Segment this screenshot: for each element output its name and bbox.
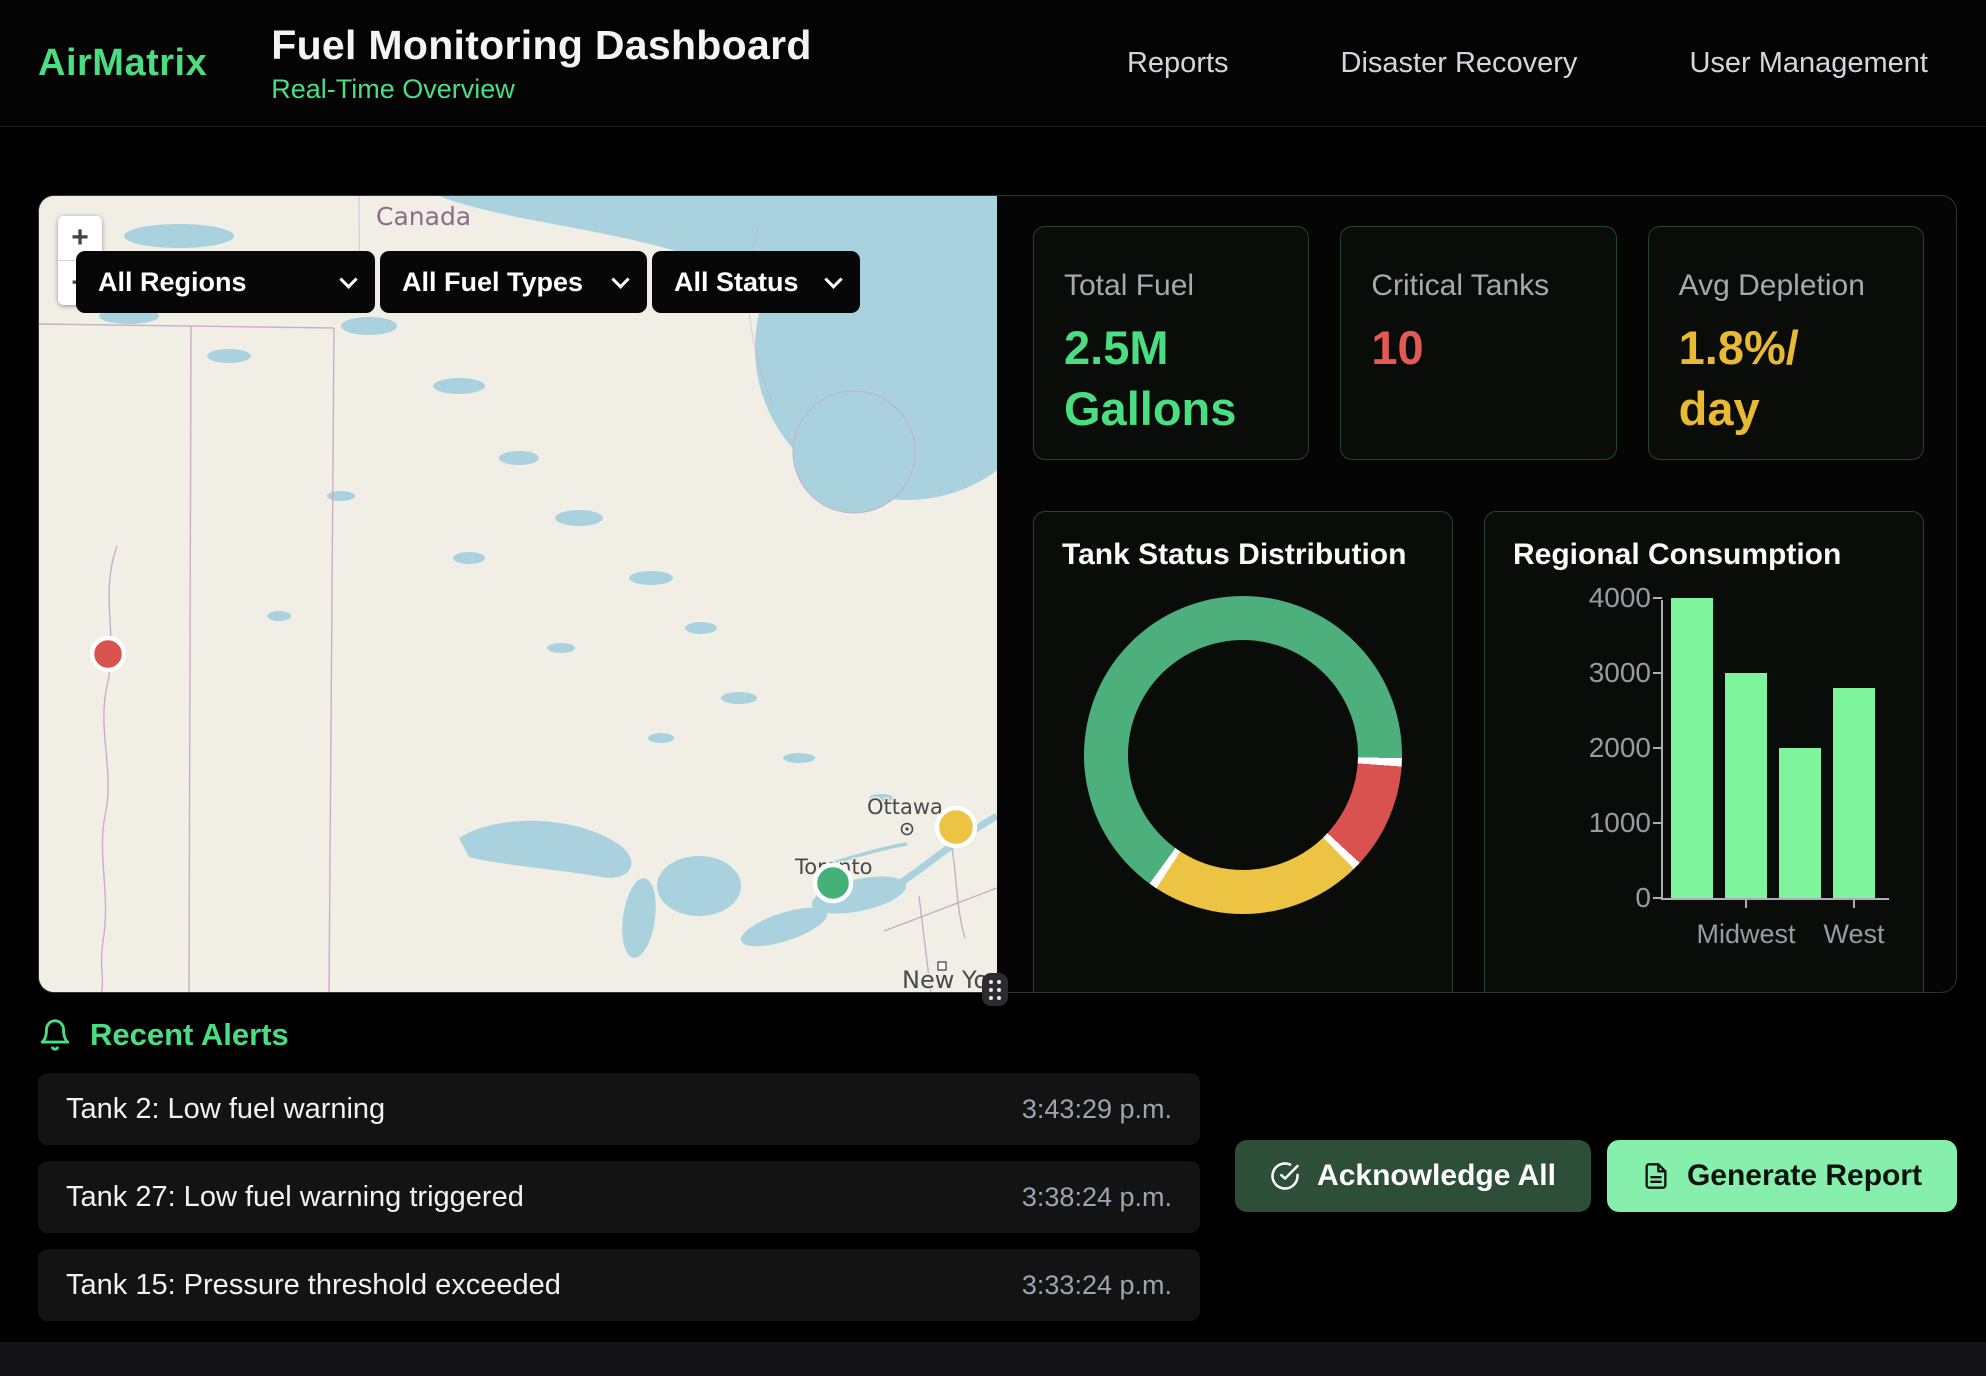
footer-strip [0, 1342, 1986, 1376]
metrics-panel: Total Fuel 2.5M Gallons Critical Tanks 1… [997, 196, 1956, 992]
alert-row: Tank 27: Low fuel warning triggered 3:38… [38, 1161, 1200, 1233]
y-axis-tick-label: 4000 [1551, 584, 1651, 612]
consumption-bar [1779, 748, 1821, 898]
map-filter-bar: All Regions All Fuel Types All Status [76, 251, 860, 313]
y-axis-tick-label: 3000 [1551, 659, 1651, 687]
chevron-down-icon [824, 270, 842, 288]
x-axis-tick-label: West [1823, 919, 1884, 950]
alerts-header: Recent Alerts [38, 1017, 1957, 1053]
alert-row: Tank 2: Low fuel warning 3:43:29 p.m. [38, 1073, 1200, 1145]
dashboard-page: AirMatrix Fuel Monitoring Dashboard Real… [0, 0, 1986, 1376]
stat-label: Total Fuel [1064, 269, 1278, 303]
nav-disaster-recovery[interactable]: Disaster Recovery [1341, 47, 1578, 80]
alert-time: 3:43:29 p.m. [1022, 1094, 1172, 1125]
stats-row: Total Fuel 2.5M Gallons Critical Tanks 1… [1033, 226, 1924, 460]
file-text-icon [1642, 1162, 1670, 1190]
status-dropdown-value: All Status [674, 267, 799, 298]
chevron-down-icon [339, 270, 357, 288]
map-canvas[interactable]: Canada Ottawa Toronto New York [39, 196, 997, 993]
stat-value: 2.5M Gallons [1064, 317, 1278, 439]
donut-wrap [1062, 596, 1424, 914]
page-subtitle: Real-Time Overview [271, 74, 811, 105]
x-axis-tick-label: Midwest [1696, 919, 1795, 950]
y-axis-tick-label: 0 [1551, 884, 1651, 912]
alert-message: Tank 27: Low fuel warning triggered [66, 1181, 524, 1214]
consumption-bar [1833, 688, 1875, 898]
tank-marker-critical[interactable] [92, 638, 124, 670]
check-circle-icon [1270, 1161, 1300, 1191]
regional-consumption-card: Regional Consumption 01000200030004000Mi… [1484, 511, 1924, 993]
tank-status-donut [1084, 596, 1402, 914]
main-nav: Reports Disaster Recovery User Managemen… [1127, 47, 1956, 80]
fuel-map[interactable]: Canada Ottawa Toronto New York + − [39, 196, 997, 992]
stat-card-total-fuel: Total Fuel 2.5M Gallons [1033, 226, 1309, 460]
nav-user-management[interactable]: User Management [1689, 47, 1928, 80]
bell-icon [38, 1018, 72, 1052]
page-title: Fuel Monitoring Dashboard [271, 22, 811, 69]
bar-chart-title: Regional Consumption [1513, 538, 1895, 572]
stat-card-critical-tanks: Critical Tanks 10 [1340, 226, 1616, 460]
acknowledge-all-button[interactable]: Acknowledge All [1235, 1140, 1591, 1212]
chevron-down-icon [611, 270, 629, 288]
generate-report-label: Generate Report [1687, 1159, 1922, 1193]
alerts-list: Tank 2: Low fuel warning 3:43:29 p.m. Ta… [38, 1073, 1200, 1321]
alerts-title: Recent Alerts [90, 1017, 289, 1053]
charts-row: Tank Status Distribution Regional Consum… [1033, 511, 1924, 993]
acknowledge-all-label: Acknowledge All [1317, 1159, 1556, 1193]
map-label-ottawa: Ottawa [867, 795, 943, 819]
drag-handle[interactable] [982, 973, 1008, 1006]
donut-chart-title: Tank Status Distribution [1062, 538, 1424, 572]
map-label-canada: Canada [376, 202, 471, 231]
fuel-types-dropdown[interactable]: All Fuel Types [380, 251, 647, 313]
stat-label: Avg Depletion [1679, 269, 1893, 303]
tank-marker-warning[interactable] [937, 808, 975, 846]
alert-time: 3:33:24 p.m. [1022, 1270, 1172, 1301]
fuel-types-dropdown-value: All Fuel Types [402, 267, 583, 298]
main-content: Canada Ottawa Toronto New York + − [38, 195, 1957, 993]
regional-consumption-bar-chart: 01000200030004000MidwestWest [1661, 600, 1889, 900]
y-axis-tick-label: 2000 [1551, 734, 1651, 762]
status-dropdown[interactable]: All Status [652, 251, 860, 313]
stat-value: 1.8%/ day [1679, 317, 1893, 439]
stat-card-avg-depletion: Avg Depletion 1.8%/ day [1648, 226, 1924, 460]
regions-dropdown[interactable]: All Regions [76, 251, 375, 313]
alert-message: Tank 2: Low fuel warning [66, 1093, 385, 1126]
alert-message: Tank 15: Pressure threshold exceeded [66, 1269, 561, 1302]
donut-hole [1128, 640, 1358, 870]
title-block: Fuel Monitoring Dashboard Real-Time Over… [271, 22, 811, 105]
generate-report-button[interactable]: Generate Report [1607, 1140, 1957, 1212]
alerts-section: Recent Alerts Tank 2: Low fuel warning 3… [38, 1017, 1957, 1321]
consumption-bar [1671, 598, 1713, 898]
consumption-bar [1725, 673, 1767, 898]
map-water-james-bay [793, 391, 915, 513]
app-header: AirMatrix Fuel Monitoring Dashboard Real… [0, 0, 1986, 127]
tank-status-card: Tank Status Distribution [1033, 511, 1453, 993]
brand-logo: AirMatrix [38, 42, 207, 85]
regions-dropdown-value: All Regions [98, 267, 247, 298]
alert-time: 3:38:24 p.m. [1022, 1182, 1172, 1213]
tank-marker-optimal[interactable] [815, 865, 851, 901]
stat-label: Critical Tanks [1371, 269, 1585, 303]
y-axis-tick-label: 1000 [1551, 809, 1651, 837]
nav-reports[interactable]: Reports [1127, 47, 1229, 80]
stat-value: 10 [1371, 317, 1585, 378]
alert-row: Tank 15: Pressure threshold exceeded 3:3… [38, 1249, 1200, 1321]
